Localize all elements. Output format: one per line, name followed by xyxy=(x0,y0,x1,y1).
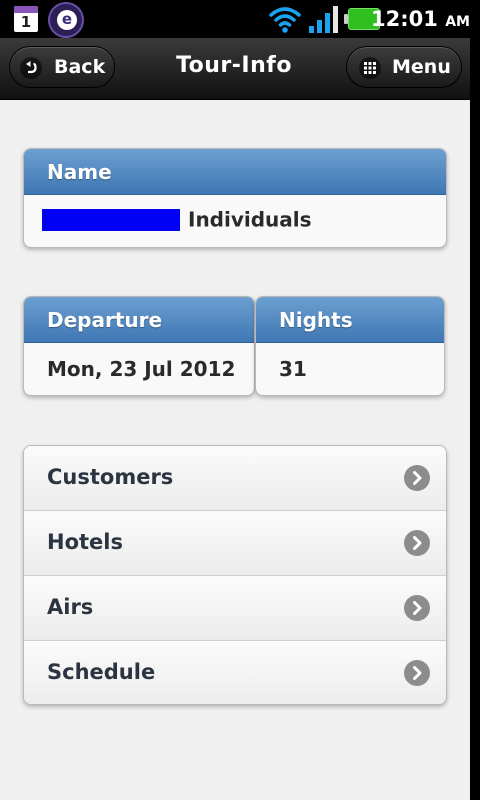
clock-time: 12:01 xyxy=(371,7,438,31)
back-button-label: Back xyxy=(54,56,106,78)
app-icon-letter: e xyxy=(57,10,77,30)
redacted-name-block xyxy=(42,208,180,231)
grid-icon xyxy=(359,57,381,79)
screen-edge xyxy=(470,38,480,800)
nav-item-airs[interactable]: Airs xyxy=(24,576,446,641)
chevron-right-icon xyxy=(404,465,430,491)
chevron-right-icon xyxy=(404,660,430,686)
nights-card-header: Nights xyxy=(256,297,444,343)
nights-card: Nights 31 xyxy=(255,296,445,396)
name-card-header: Name xyxy=(24,149,446,195)
status-bar: 1 e 12:01 AM xyxy=(0,0,480,38)
nav-item-schedule[interactable]: Schedule xyxy=(24,641,446,704)
app-icon: e xyxy=(48,2,84,38)
name-value: Individuals xyxy=(188,207,312,232)
nav-item-label: Customers xyxy=(47,465,174,489)
name-card: Name Individuals xyxy=(23,148,447,248)
departure-card-header: Departure xyxy=(24,297,254,343)
nav-item-hotels[interactable]: Hotels xyxy=(24,511,446,576)
nav-item-customers[interactable]: Customers xyxy=(24,446,446,511)
menu-button-label: Menu xyxy=(392,56,451,78)
nights-value: 31 xyxy=(279,357,307,381)
departure-card: Departure Mon, 23 Jul 2012 xyxy=(23,296,255,396)
nav-item-label: Hotels xyxy=(47,530,123,554)
chevron-right-icon xyxy=(404,530,430,556)
back-arrow-icon xyxy=(20,57,42,79)
clock-ampm: AM xyxy=(445,14,470,30)
signal-icon xyxy=(309,6,338,33)
nav-item-label: Schedule xyxy=(47,660,156,684)
nav-list: Customers Hotels Airs Schedule xyxy=(23,445,447,705)
chevron-right-icon xyxy=(404,595,430,621)
clock: 12:01 AM xyxy=(371,7,470,31)
wifi-icon xyxy=(269,7,301,33)
calendar-day: 1 xyxy=(20,13,32,31)
departure-value: Mon, 23 Jul 2012 xyxy=(47,357,236,381)
name-card-body: Individuals xyxy=(24,195,446,232)
calendar-icon: 1 xyxy=(14,6,38,32)
page-title: Tour-Info xyxy=(176,53,292,78)
nav-item-label: Airs xyxy=(47,595,94,619)
app-header: Back Tour-Info Menu xyxy=(0,38,470,100)
menu-button[interactable]: Menu xyxy=(346,46,462,88)
back-button[interactable]: Back xyxy=(9,46,115,88)
